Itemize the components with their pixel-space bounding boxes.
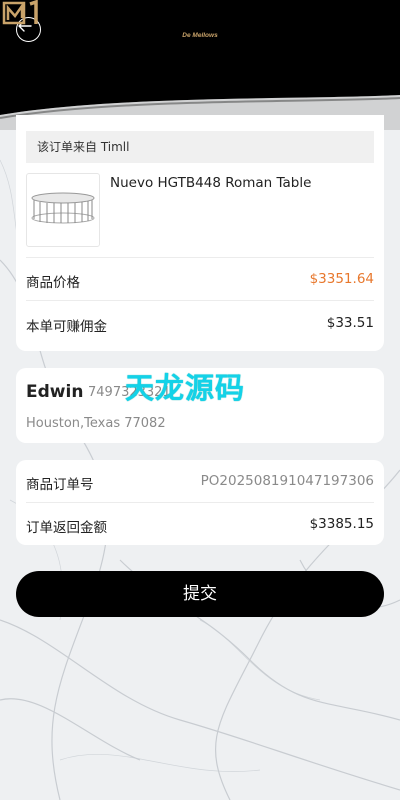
commission-label: 本单可赚佣金: [26, 319, 107, 335]
product-card: 该订单来自 Timll Nuevo HGTB448 Roman Table 商品…: [16, 115, 384, 351]
return-amount-label: 订单返回金额: [26, 520, 107, 536]
order-number-value: PO202508191047197306: [200, 473, 374, 489]
product-image: [26, 173, 100, 247]
price-label: 商品价格: [26, 275, 80, 291]
divider: [26, 257, 374, 258]
submit-button[interactable]: 提交: [16, 571, 384, 617]
divider: [26, 300, 374, 301]
order-number-label: 商品订单号: [26, 477, 94, 493]
brand-logo: [2, 0, 38, 25]
order-source: 该订单来自 Timll: [26, 131, 374, 163]
return-amount-value: $3385.15: [309, 516, 374, 532]
commission-value: $33.51: [326, 315, 374, 331]
brand-name: De Mellows: [182, 32, 218, 39]
customer-name: Edwin: [26, 382, 84, 402]
customer-address: Houston,Texas 77082: [26, 416, 166, 431]
watermark-text: 天龙源码: [125, 371, 246, 405]
order-card: 商品订单号 PO202508191047197306 订单返回金额 $3385.…: [16, 460, 384, 545]
header: De Mellows: [0, 0, 400, 130]
price-value: $3351.64: [309, 271, 374, 287]
divider: [26, 502, 374, 503]
product-name: Nuevo HGTB448 Roman Table: [110, 175, 312, 191]
